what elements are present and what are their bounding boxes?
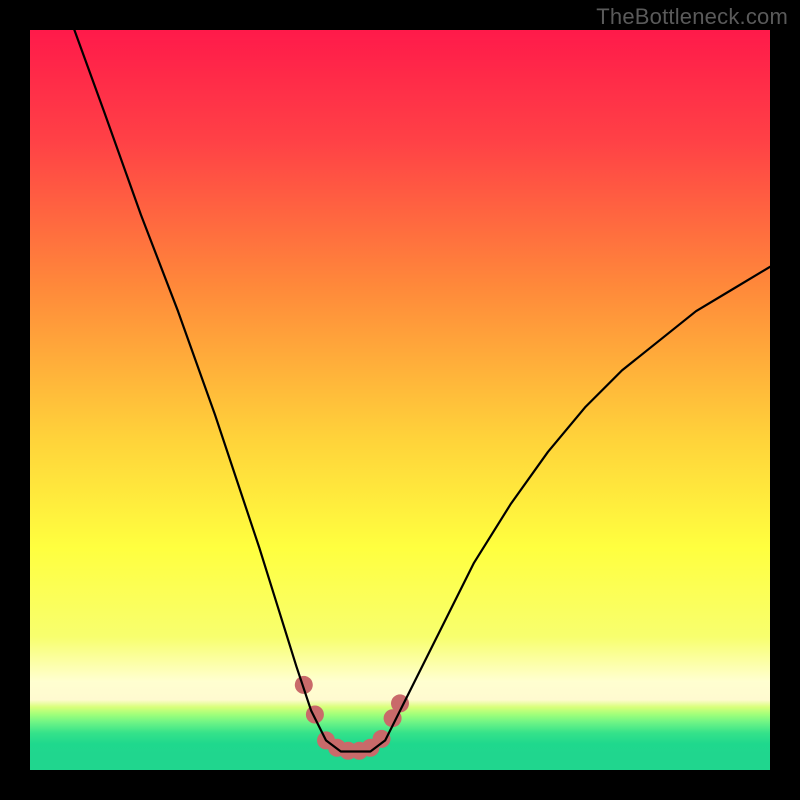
marker-dot [373,730,391,748]
marker-dots [295,676,409,760]
watermark-text: TheBottleneck.com [596,4,788,30]
curve-layer [30,30,770,770]
plot-area [30,30,770,770]
chart-frame: TheBottleneck.com [0,0,800,800]
bottleneck-curve [74,30,770,752]
marker-dot [306,706,324,724]
